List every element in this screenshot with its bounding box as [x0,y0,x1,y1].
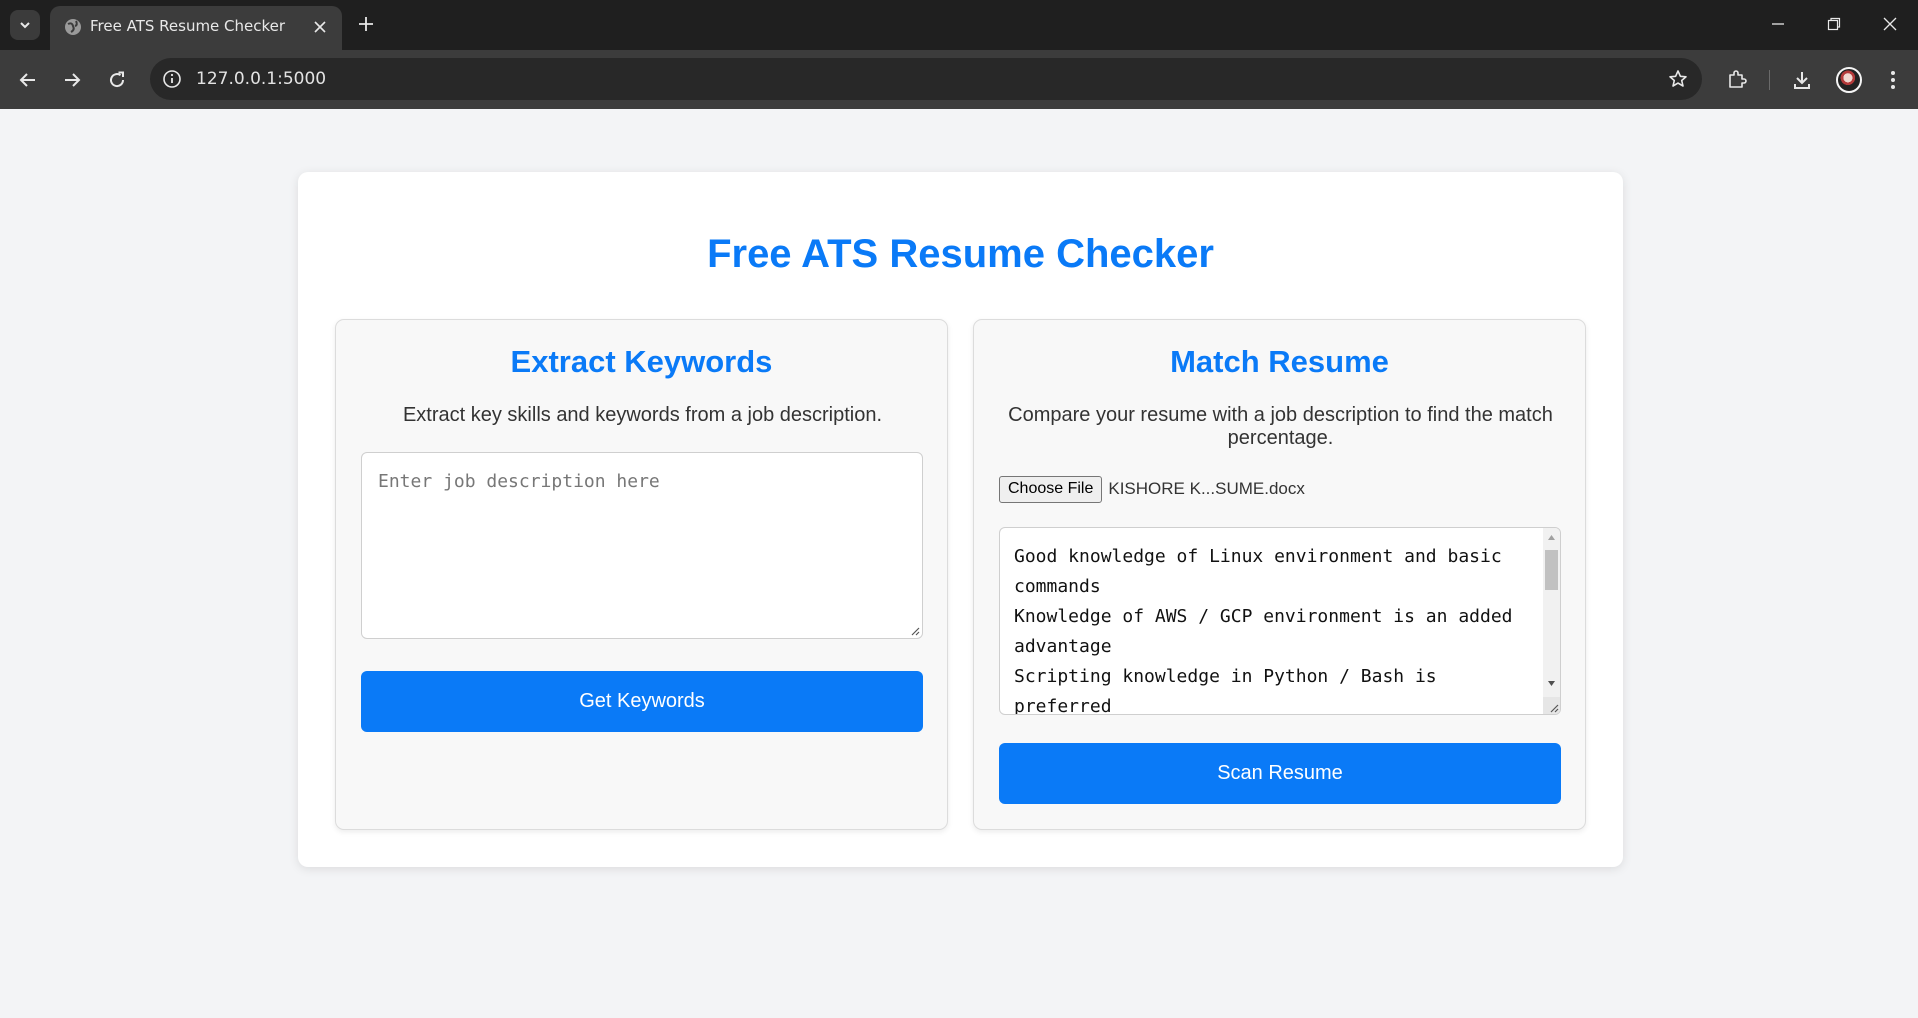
job-description-input[interactable]: Enter job description here [361,452,923,639]
globe-icon [65,19,81,35]
avatar[interactable] [1836,67,1862,93]
close-icon [314,21,326,33]
forward-icon [65,73,81,87]
browser-tab-strip: Free ATS Resume Checker [0,0,1918,50]
chevron-down-icon [20,22,30,29]
scroll-up-icon[interactable] [1547,533,1556,542]
bookmark-button[interactable] [1666,67,1690,91]
extensions-icon [1729,70,1747,88]
selected-file-name: KISHORE K...SUME.docx [1108,479,1305,498]
scroll-down-icon[interactable] [1547,679,1556,688]
downloads-button[interactable] [1786,64,1818,96]
reload-button[interactable] [101,64,133,96]
toolbar-divider [1769,70,1770,90]
restore-button[interactable] [1814,8,1854,40]
extract-keywords-panel: Extract Keywords Extract key skills and … [335,319,948,830]
plus-icon [359,17,373,31]
get-keywords-button[interactable]: Get Keywords [361,671,923,732]
close-window-button[interactable] [1870,8,1910,40]
minimize-icon [1772,23,1784,25]
menu-icon [1891,71,1895,89]
job-description-placeholder: Enter job description here [378,471,660,492]
extract-keywords-description: Extract key skills and keywords from a j… [402,404,883,426]
close-icon [1883,17,1897,31]
minimize-button[interactable] [1758,8,1798,40]
site-info-icon [163,70,181,88]
address-bar[interactable]: 127.0.0.1:5000 [150,58,1702,100]
match-job-description-input[interactable]: Good knowledge of Linux environment and … [999,527,1561,715]
tab-close-button[interactable] [309,16,331,38]
browser-tab[interactable]: Free ATS Resume Checker [50,6,342,50]
tab-title: Free ATS Resume Checker [90,17,286,35]
scrollbar[interactable] [1543,528,1560,714]
back-icon [19,73,35,87]
reload-icon [110,71,125,88]
download-icon [1794,72,1810,89]
scrollbar-thumb[interactable] [1545,550,1558,590]
tab-list-button[interactable] [10,10,40,40]
extract-keywords-heading: Extract Keywords [510,344,773,379]
browser-menu-button[interactable] [1877,64,1909,96]
scan-resume-button[interactable]: Scan Resume [999,743,1561,804]
restore-icon [1827,17,1841,31]
back-button[interactable] [12,64,44,96]
new-tab-button[interactable] [352,10,380,38]
match-resume-panel: Match Resume Compare your resume with a … [973,319,1586,830]
main-card: Free ATS Resume Checker Extract Keywords… [298,172,1623,867]
choose-file-button[interactable]: Choose File [999,475,1103,503]
scrollbar-corner [1543,697,1560,714]
forward-button[interactable] [56,64,88,96]
extensions-button[interactable] [1721,64,1753,96]
resize-handle-icon[interactable] [908,624,920,636]
resize-handle-icon[interactable] [1543,697,1560,714]
match-resume-description: Compare your resume with a job descripti… [1008,404,1553,449]
match-resume-heading: Match Resume [1170,344,1389,379]
page-title: Free ATS Resume Checker [707,232,1214,276]
resume-file-input: Choose File KISHORE K...SUME.docx [999,475,1305,503]
job-description-text: Good knowledge of Linux environment and … [1014,546,1513,715]
star-icon [1669,70,1687,87]
browser-toolbar: 127.0.0.1:5000 [0,50,1918,109]
site-info-button[interactable] [160,67,184,91]
url-text[interactable]: 127.0.0.1:5000 [196,69,326,89]
